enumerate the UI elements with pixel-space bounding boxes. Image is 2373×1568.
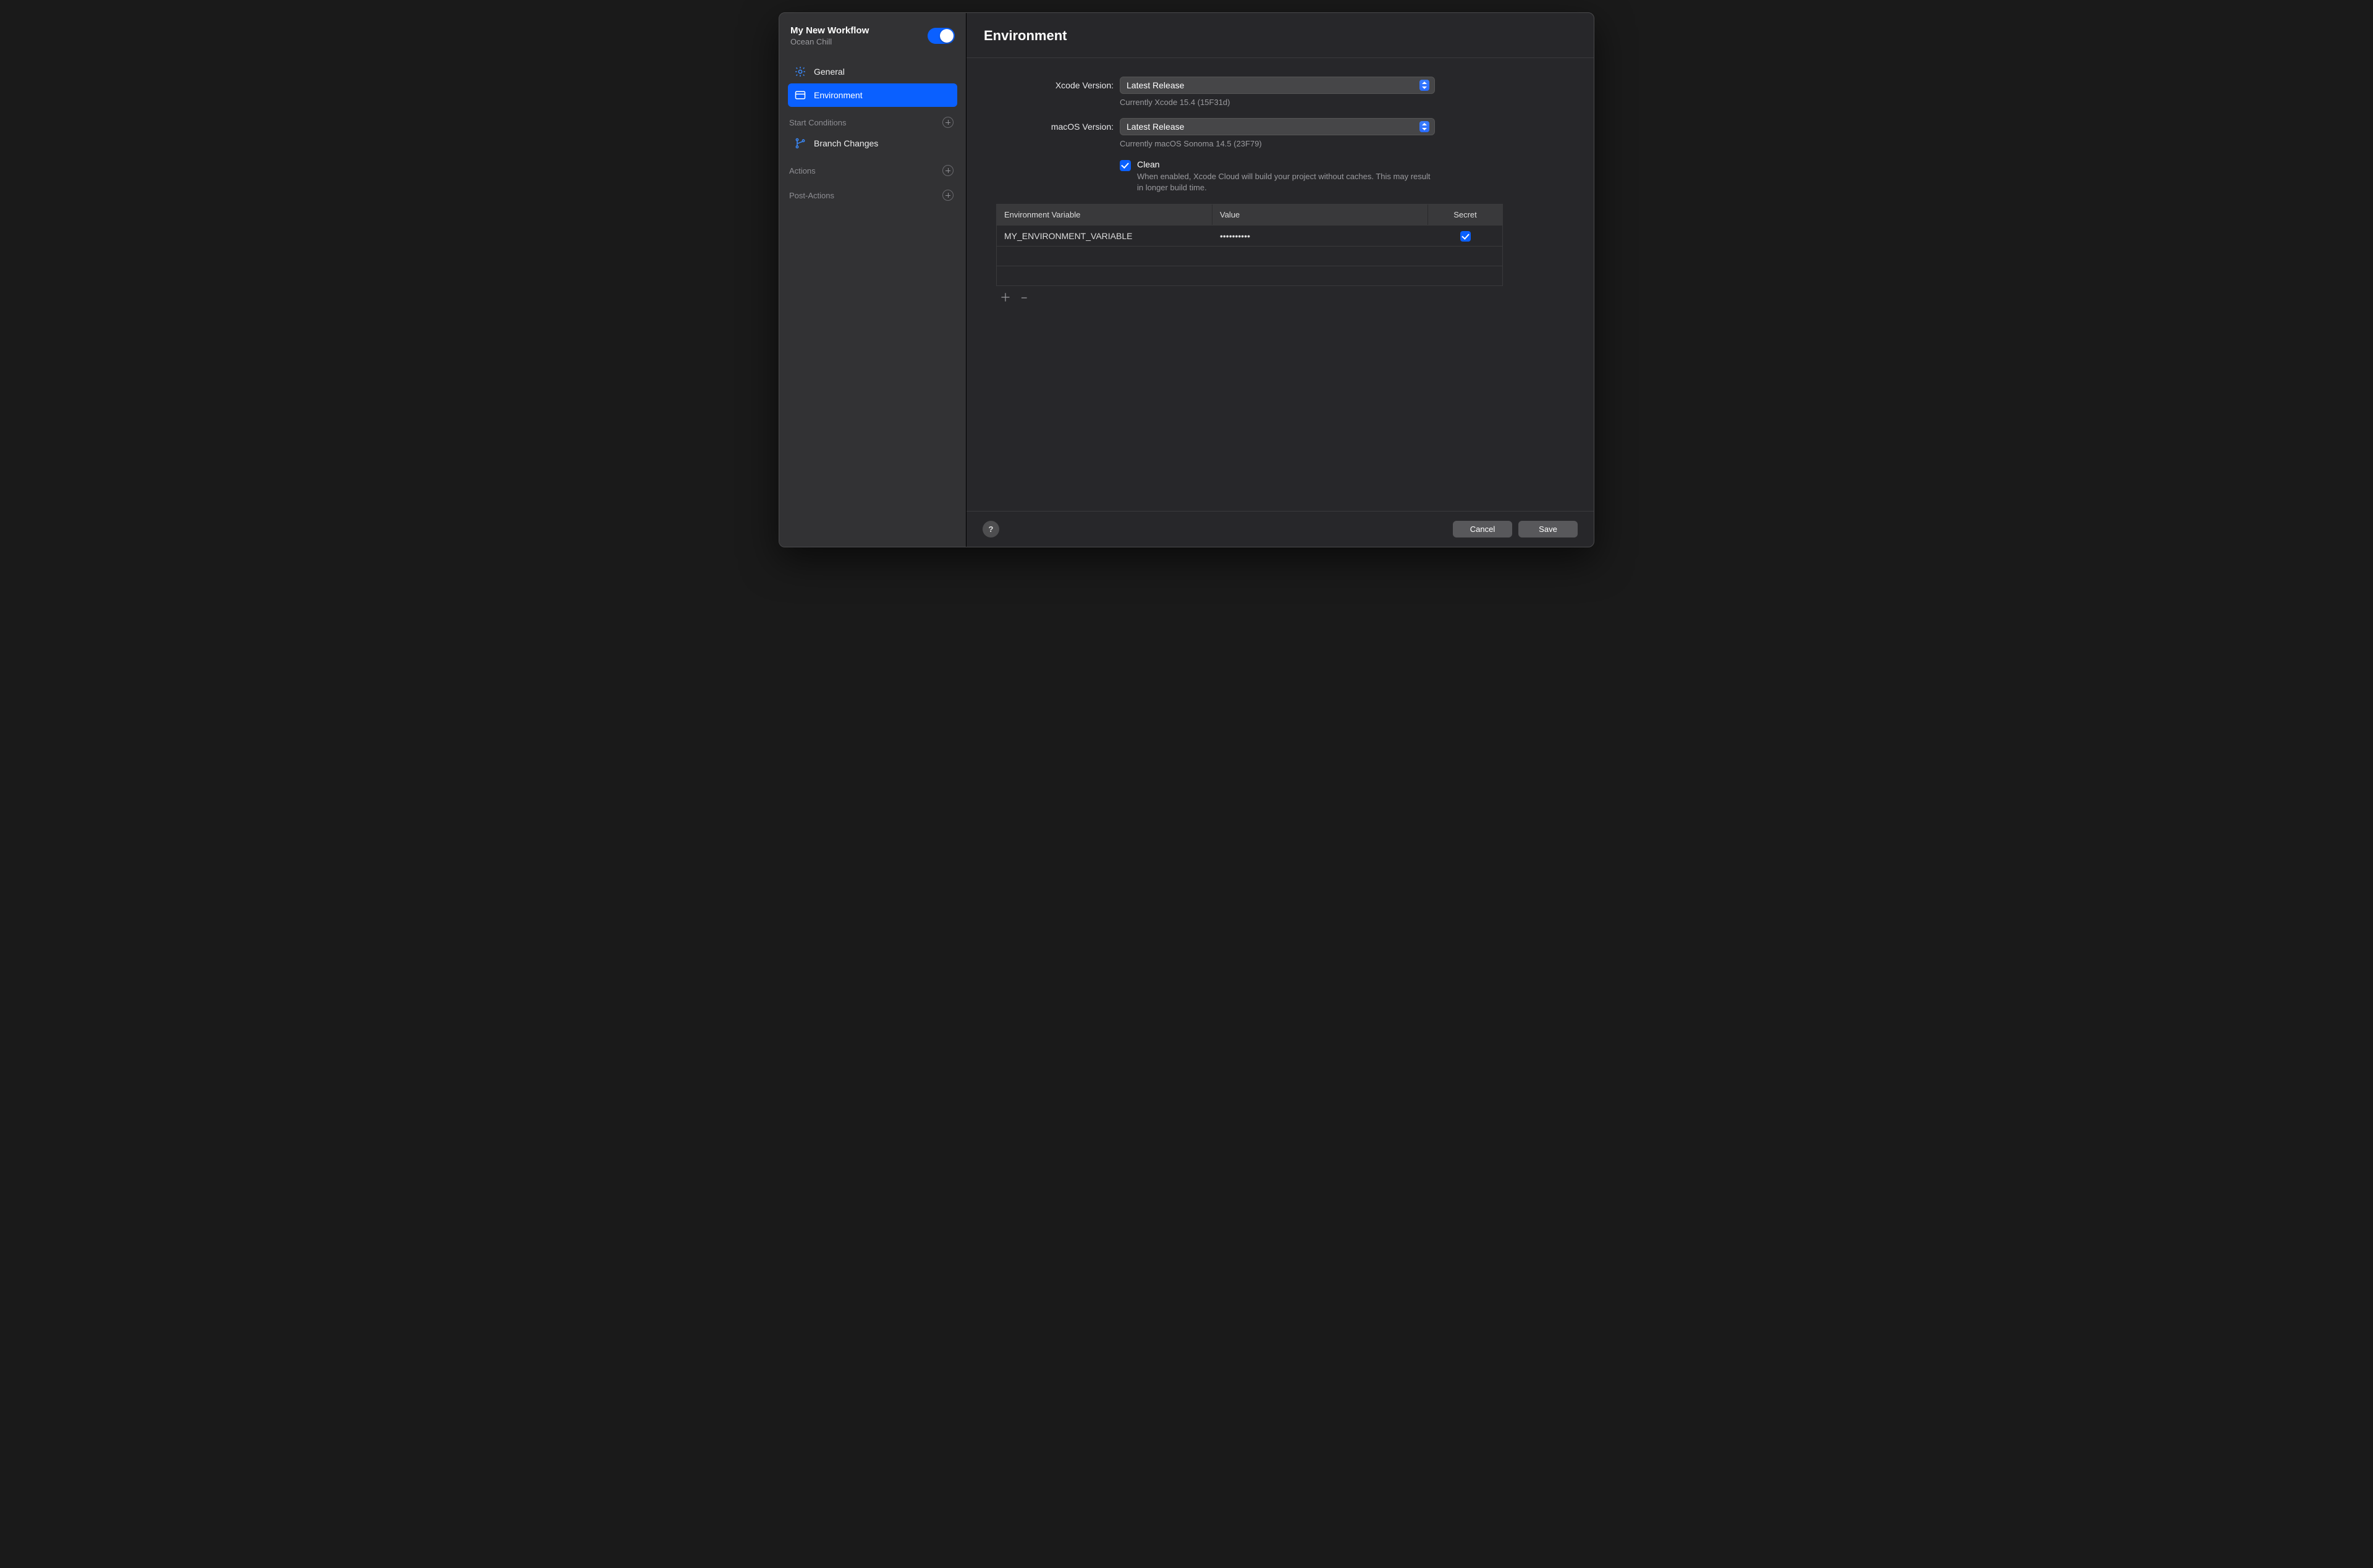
gear-icon <box>794 65 806 78</box>
add-action-button[interactable] <box>942 165 954 176</box>
group-label: Post-Actions <box>789 191 834 200</box>
chevron-updown-icon <box>1419 121 1429 132</box>
sidebar-group-actions: Actions <box>788 155 957 180</box>
group-label: Start Conditions <box>789 118 847 127</box>
sidebar-item-environment[interactable]: Environment <box>788 83 957 107</box>
sidebar-group-post-actions: Post-Actions <box>788 180 957 204</box>
group-label: Actions <box>789 166 816 175</box>
add-post-action-button[interactable] <box>942 190 954 201</box>
clean-checkbox[interactable] <box>1120 160 1131 171</box>
branch-icon <box>794 137 806 150</box>
workflow-subtitle: Ocean Chill <box>790 37 869 46</box>
env-var-secret-checkbox[interactable] <box>1460 231 1471 242</box>
xcode-version-label: Xcode Version: <box>996 77 1120 90</box>
sidebar-item-label: Environment <box>814 90 863 100</box>
workflow-enabled-toggle[interactable] <box>928 28 955 44</box>
main-header: Environment <box>967 13 1594 58</box>
env-var-name: MY_ENVIRONMENT_VARIABLE <box>997 231 1212 241</box>
clean-row: Clean When enabled, Xcode Cloud will bui… <box>996 159 1564 193</box>
env-variables-table: Environment Variable Value Secret MY_ENV… <box>996 204 1503 286</box>
add-start-condition-button[interactable] <box>942 117 954 128</box>
sidebar-group-start-conditions: Start Conditions <box>788 107 957 132</box>
macos-version-label: macOS Version: <box>996 118 1120 132</box>
xcode-version-select[interactable]: Latest Release <box>1120 77 1435 94</box>
footer: ? Cancel Save <box>967 511 1594 547</box>
sidebar-item-branch-changes[interactable]: Branch Changes <box>788 132 957 155</box>
remove-env-var-button[interactable]: − <box>1021 292 1028 303</box>
sidebar-header: My New Workflow Ocean Chill <box>788 23 957 60</box>
macos-version-row: macOS Version: Latest Release Currently … <box>996 118 1564 148</box>
env-table-row[interactable]: MY_ENVIRONMENT_VARIABLE •••••••••• <box>997 225 1502 246</box>
help-button[interactable]: ? <box>983 521 999 537</box>
xcode-version-current: Currently Xcode 15.4 (15F31d) <box>1120 98 1435 107</box>
macos-version-current: Currently macOS Sonoma 14.5 (23F79) <box>1120 139 1435 148</box>
cancel-button[interactable]: Cancel <box>1453 521 1512 537</box>
env-table-footer: ＋ − <box>996 286 1503 303</box>
chevron-updown-icon <box>1419 80 1429 91</box>
workflow-editor-sheet: My New Workflow Ocean Chill General <box>779 12 1594 547</box>
clean-label: Clean <box>1137 159 1435 169</box>
workflow-title: My New Workflow <box>790 25 869 36</box>
sidebar: My New Workflow Ocean Chill General <box>779 13 967 547</box>
col-header-secret: Secret <box>1428 204 1502 225</box>
sidebar-item-label: General <box>814 67 845 77</box>
sidebar-item-general[interactable]: General <box>788 60 957 83</box>
add-env-var-button[interactable]: ＋ <box>1000 292 1011 303</box>
macos-version-select[interactable]: Latest Release <box>1120 118 1435 135</box>
clean-description: When enabled, Xcode Cloud will build you… <box>1137 171 1435 193</box>
col-header-value: Value <box>1212 204 1428 225</box>
env-table-header: Environment Variable Value Secret <box>997 204 1502 225</box>
env-var-value: •••••••••• <box>1212 231 1428 241</box>
macos-version-value: Latest Release <box>1127 122 1184 132</box>
sidebar-item-label: Branch Changes <box>814 138 878 148</box>
save-button[interactable]: Save <box>1518 521 1578 537</box>
content: Xcode Version: Latest Release Currently … <box>967 58 1594 511</box>
page-title: Environment <box>984 28 1576 44</box>
environment-icon <box>794 89 806 101</box>
xcode-version-value: Latest Release <box>1127 80 1184 90</box>
col-header-variable: Environment Variable <box>997 204 1212 225</box>
main-panel: Environment Xcode Version: Latest Releas… <box>967 13 1594 547</box>
xcode-version-row: Xcode Version: Latest Release Currently … <box>996 77 1564 107</box>
